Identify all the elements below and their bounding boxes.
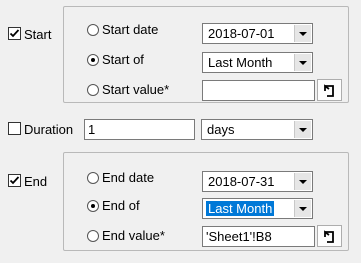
end-checkbox-label: End	[24, 174, 48, 189]
start-of-label: Start of	[102, 52, 144, 67]
duration-checkbox[interactable]	[8, 122, 21, 135]
chevron-down-icon[interactable]	[294, 173, 311, 190]
start-value-radio[interactable]	[87, 84, 99, 96]
start-group: Start date 2018-07-01 Start of Last Mont…	[63, 6, 349, 103]
end-of-combo[interactable]: Last Month	[202, 198, 313, 219]
start-checkbox[interactable]	[8, 27, 21, 40]
start-date-combo[interactable]: 2018-07-01	[202, 23, 313, 44]
start-of-radio[interactable]	[87, 54, 99, 66]
duration-unit-combo[interactable]: days	[201, 119, 313, 140]
end-reference-button[interactable]	[317, 225, 342, 247]
end-value-label: End value*	[102, 228, 165, 243]
start-of-combo[interactable]: Last Month	[202, 52, 313, 73]
end-value-radio[interactable]	[87, 230, 99, 242]
start-value-label: Start value*	[102, 82, 170, 97]
end-of-label: End of	[102, 198, 140, 213]
end-date-label: End date	[102, 170, 155, 185]
check-mark-icon	[9, 176, 20, 185]
start-value-input[interactable]	[202, 80, 315, 101]
end-of-value: Last Month	[206, 201, 275, 216]
start-date-radio[interactable]	[87, 24, 99, 36]
check-mark-icon	[9, 29, 20, 38]
end-of-radio[interactable]	[87, 200, 99, 212]
duration-amount-input[interactable]: 1	[84, 119, 195, 140]
end-value-input[interactable]: 'Sheet1'!B8	[202, 226, 315, 247]
end-date-value: 2018-07-31	[208, 174, 275, 189]
end-date-combo[interactable]: 2018-07-31	[202, 171, 313, 192]
chevron-down-icon[interactable]	[294, 121, 311, 138]
start-reference-button[interactable]	[317, 79, 342, 101]
start-checkbox-label: Start	[24, 27, 52, 42]
chevron-down-icon[interactable]	[294, 54, 311, 71]
start-date-value: 2018-07-01	[208, 26, 275, 41]
chevron-down-icon[interactable]	[294, 200, 311, 217]
start-date-label: Start date	[102, 22, 159, 37]
end-group: End date 2018-07-31 End of Last Month En…	[63, 152, 349, 251]
duration-checkbox-label: Duration	[24, 122, 74, 137]
start-of-value: Last Month	[208, 55, 273, 70]
chevron-down-icon[interactable]	[294, 25, 311, 42]
end-checkbox[interactable]	[8, 174, 21, 187]
end-date-radio[interactable]	[87, 172, 99, 184]
duration-unit-value: days	[207, 122, 235, 137]
cell-reference-icon	[324, 230, 334, 243]
cell-reference-icon	[324, 84, 334, 97]
